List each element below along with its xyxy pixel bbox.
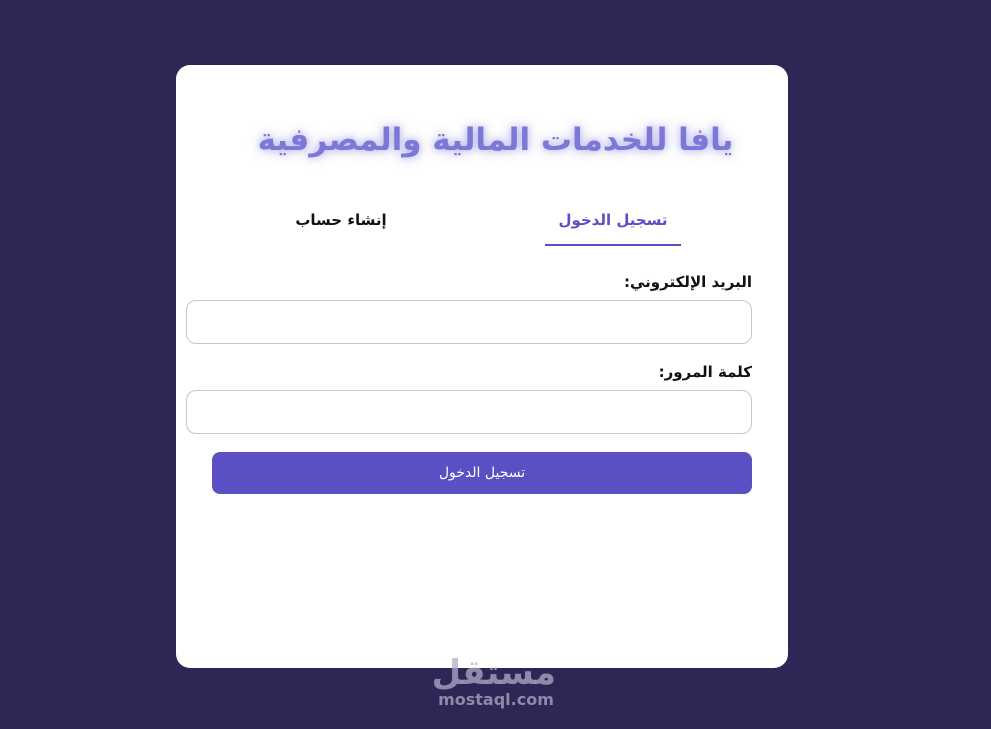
watermark-url: mostaql.com [438, 690, 554, 709]
login-button[interactable]: تسجيل الدخول [212, 452, 752, 494]
tab-signup[interactable]: إنشاء حساب [273, 198, 409, 246]
email-label: البريد الإلكتروني: [624, 273, 752, 291]
auth-tabs: تسجيل الدخول إنشاء حساب [0, 198, 991, 250]
password-label: كلمة المرور: [658, 363, 752, 381]
tab-login[interactable]: تسجيل الدخول [545, 198, 681, 246]
password-field[interactable] [186, 390, 752, 434]
page-title: يافا للخدمات المالية والمصرفية [257, 122, 734, 158]
email-field[interactable] [186, 300, 752, 344]
watermark: مستقل mostaql.com [431, 653, 556, 709]
watermark-logo: مستقل [431, 653, 556, 693]
